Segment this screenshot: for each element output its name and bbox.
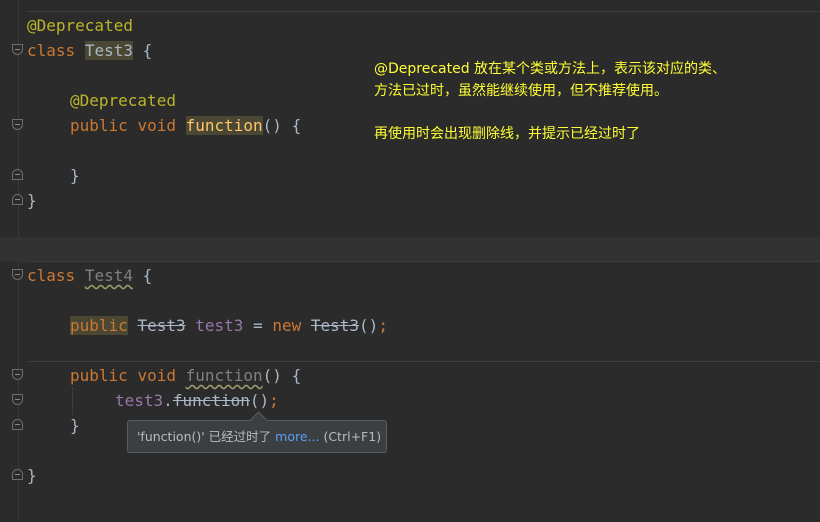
- tooltip-shortcut: (Ctrl+F1): [323, 429, 382, 444]
- fold-marker-icon[interactable]: [12, 469, 23, 480]
- fold-marker-icon[interactable]: [12, 419, 23, 430]
- semicolon-token: ;: [269, 391, 279, 410]
- brace-token: {: [132, 266, 153, 285]
- keyword-token: public: [70, 316, 128, 335]
- brace-token: }: [70, 166, 80, 185]
- code-line[interactable]: @Deprecated: [70, 88, 176, 113]
- code-line[interactable]: public void function() {: [70, 363, 301, 388]
- params-token: () {: [262, 366, 302, 385]
- brace-token: }: [70, 416, 80, 435]
- fold-marker-icon[interactable]: [12, 194, 23, 205]
- keyword-token: void: [137, 366, 176, 385]
- code-line[interactable]: }: [27, 463, 37, 488]
- fold-marker-icon[interactable]: [12, 169, 23, 180]
- keyword-token: public: [70, 116, 128, 135]
- method-separator: [27, 361, 820, 362]
- explanation-note-line: 再使用时会出现删除线，并提示已经过时了: [374, 126, 640, 142]
- class-name-token[interactable]: Test3: [84, 41, 133, 60]
- explanation-note-line: 方法已过时，虽然能继续使用，但不推荐使用。: [374, 83, 668, 99]
- field-name-token[interactable]: test3: [115, 391, 163, 410]
- indent-guide: [72, 387, 73, 415]
- code-line[interactable]: class Test4 {: [27, 263, 152, 288]
- keyword-token: void: [137, 116, 176, 135]
- params-token: (): [359, 316, 379, 335]
- fold-marker-icon[interactable]: [12, 394, 23, 405]
- tooltip-message: 'function()' 已经过时了: [137, 429, 272, 444]
- deprecated-method-call[interactable]: function: [173, 391, 250, 410]
- code-line[interactable]: }: [70, 413, 80, 438]
- code-line[interactable]: }: [70, 163, 80, 188]
- brace-token: {: [132, 41, 153, 60]
- brace-token: }: [27, 191, 37, 210]
- fold-marker-icon[interactable]: [12, 44, 23, 55]
- method-separator: [27, 261, 820, 262]
- brace-token: }: [27, 466, 37, 485]
- explanation-note-line: @Deprecated 放在某个类或方法上，表示该对应的类、: [374, 61, 727, 77]
- code-line[interactable]: @Deprecated: [27, 13, 133, 38]
- method-separator: [27, 11, 820, 12]
- fold-marker-icon[interactable]: [12, 119, 23, 130]
- annotation-token: @Deprecated: [70, 91, 176, 110]
- keyword-token: class: [27, 266, 76, 285]
- class-name-token[interactable]: Test4: [85, 266, 133, 285]
- method-name-token[interactable]: function: [186, 366, 263, 385]
- code-editor[interactable]: @Deprecated class Test3 { @Deprecated pu…: [0, 0, 820, 522]
- deprecated-type-token[interactable]: Test3: [311, 316, 359, 335]
- semicolon-token: ;: [378, 316, 388, 335]
- caret-row-highlight: [0, 237, 820, 262]
- code-line[interactable]: public void function() {: [70, 113, 301, 138]
- keyword-token: public: [70, 366, 128, 385]
- fold-marker-icon[interactable]: [12, 369, 23, 380]
- deprecation-tooltip: 'function()' 已经过时了 more... (Ctrl+F1): [127, 411, 387, 453]
- code-line[interactable]: }: [27, 188, 37, 213]
- field-name-token[interactable]: test3: [195, 316, 243, 335]
- fold-marker-icon[interactable]: [12, 269, 23, 280]
- keyword-token: class: [27, 41, 76, 60]
- annotation-token: @Deprecated: [27, 16, 133, 35]
- code-line[interactable]: class Test3 {: [27, 38, 152, 63]
- code-line[interactable]: public Test3 test3 = new Test3();: [70, 313, 388, 338]
- method-name-token[interactable]: function: [185, 116, 263, 135]
- tooltip-arrow: [249, 411, 268, 430]
- more-link[interactable]: more...: [275, 429, 319, 444]
- params-token: () {: [262, 116, 302, 135]
- code-line[interactable]: test3.function();: [115, 388, 279, 413]
- deprecated-type-token[interactable]: Test3: [137, 316, 185, 335]
- operator-token: =: [243, 316, 273, 335]
- keyword-token: new: [272, 316, 302, 335]
- dot-token: .: [163, 391, 173, 410]
- params-token: (): [249, 391, 270, 410]
